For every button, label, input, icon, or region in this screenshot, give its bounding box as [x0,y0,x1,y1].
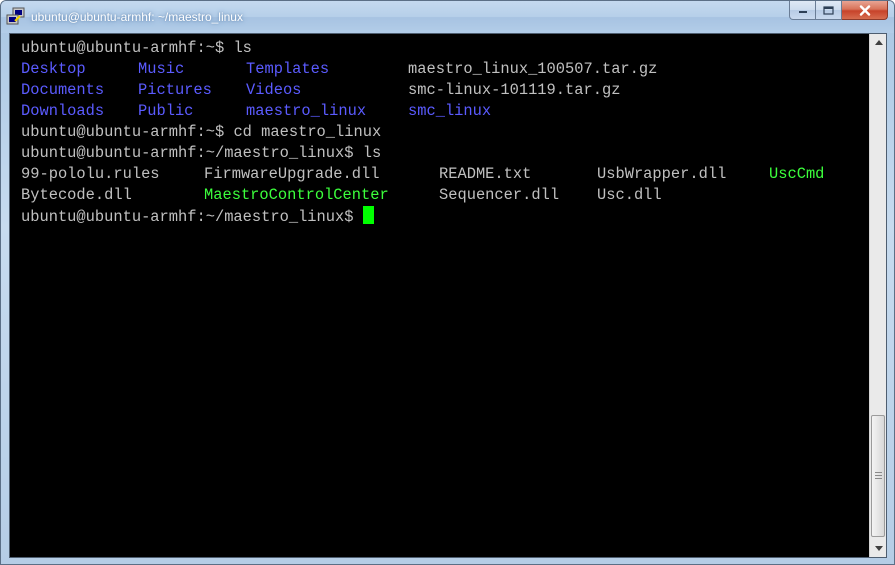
dir-entry: smc_linux [408,102,492,120]
file-entry: Bytecode.dll [21,186,132,204]
file-entry: UsbWrapper.dll [597,165,727,183]
minimize-icon [798,11,807,13]
file-entry: Sequencer.dll [439,186,560,204]
terminal-screen[interactable]: ubuntu@ubuntu-armhf:~$ ls Desktop Music Te… [10,34,868,557]
file-entry: 99-pololu.rules [21,165,160,183]
command: ls [353,144,382,162]
terminal-line: ubuntu@ubuntu-armhf:~$ cd maestro_linux [21,122,381,143]
scroll-down-button[interactable] [870,540,887,557]
file-entry: maestro_linux_100507.tar.gz [408,60,658,78]
prompt: ubuntu@ubuntu-armhf:~$ [21,39,225,57]
title-bar[interactable]: ubuntu@ubuntu-armhf: ~/maestro_linux [1,1,894,33]
grip-line [875,478,882,479]
text-cursor [362,206,374,224]
minimize-button[interactable] [789,1,816,20]
file-entry: smc-linux-101119.tar.gz [408,81,621,99]
close-icon [859,4,870,16]
arrow-up-icon [874,40,883,45]
executable-entry: UscCmd [769,165,825,183]
maximize-icon [823,5,834,15]
client-area: ubuntu@ubuntu-armhf:~$ ls Desktop Music Te… [9,33,887,558]
scroll-up-button[interactable] [870,34,887,51]
dir-entry: Public [138,102,194,120]
grip-line [875,475,882,476]
dir-entry: Pictures [138,81,212,99]
dir-entry: maestro_linux [246,102,367,120]
dir-entry: Desktop [21,60,86,78]
dir-entry: Templates [246,60,330,78]
putty-icon [6,7,25,25]
window-title: ubuntu@ubuntu-armhf: ~/maestro_linux [31,10,243,24]
dir-entry: Videos [246,81,302,99]
grip-line [875,472,882,473]
close-button[interactable] [842,1,888,20]
file-entry: Usc.dll [597,186,662,204]
prompt: ubuntu@ubuntu-armhf:~/maestro_linux$ [21,208,354,226]
terminal-line: ubuntu@ubuntu-armhf:~$ ls [21,38,252,59]
dir-entry: Documents [21,81,105,99]
caption-buttons [789,1,888,21]
file-entry: FirmwareUpgrade.dll [204,165,380,183]
prompt: ubuntu@ubuntu-armhf:~$ [21,123,225,141]
dir-entry: Music [138,60,185,78]
command: ls [224,39,252,57]
terminal-line: ubuntu@ubuntu-armhf:~/maestro_linux$ ls [21,143,381,164]
terminal-line: ubuntu@ubuntu-armhf:~/maestro_linux$ [21,206,374,227]
arrow-down-icon [874,546,883,551]
file-entry: README.txt [439,165,532,183]
scrollbar-thumb[interactable] [871,415,885,537]
terminal-window: ubuntu@ubuntu-armhf: ~/maestro_linux ubu… [0,0,895,565]
dir-entry: Downloads [21,102,105,120]
vertical-scrollbar[interactable] [869,34,886,557]
command: cd maestro_linux [224,123,382,141]
executable-entry: MaestroControlCenter [204,186,389,204]
prompt: ubuntu@ubuntu-armhf:~/maestro_linux$ [21,144,354,162]
maximize-button[interactable] [816,1,842,20]
